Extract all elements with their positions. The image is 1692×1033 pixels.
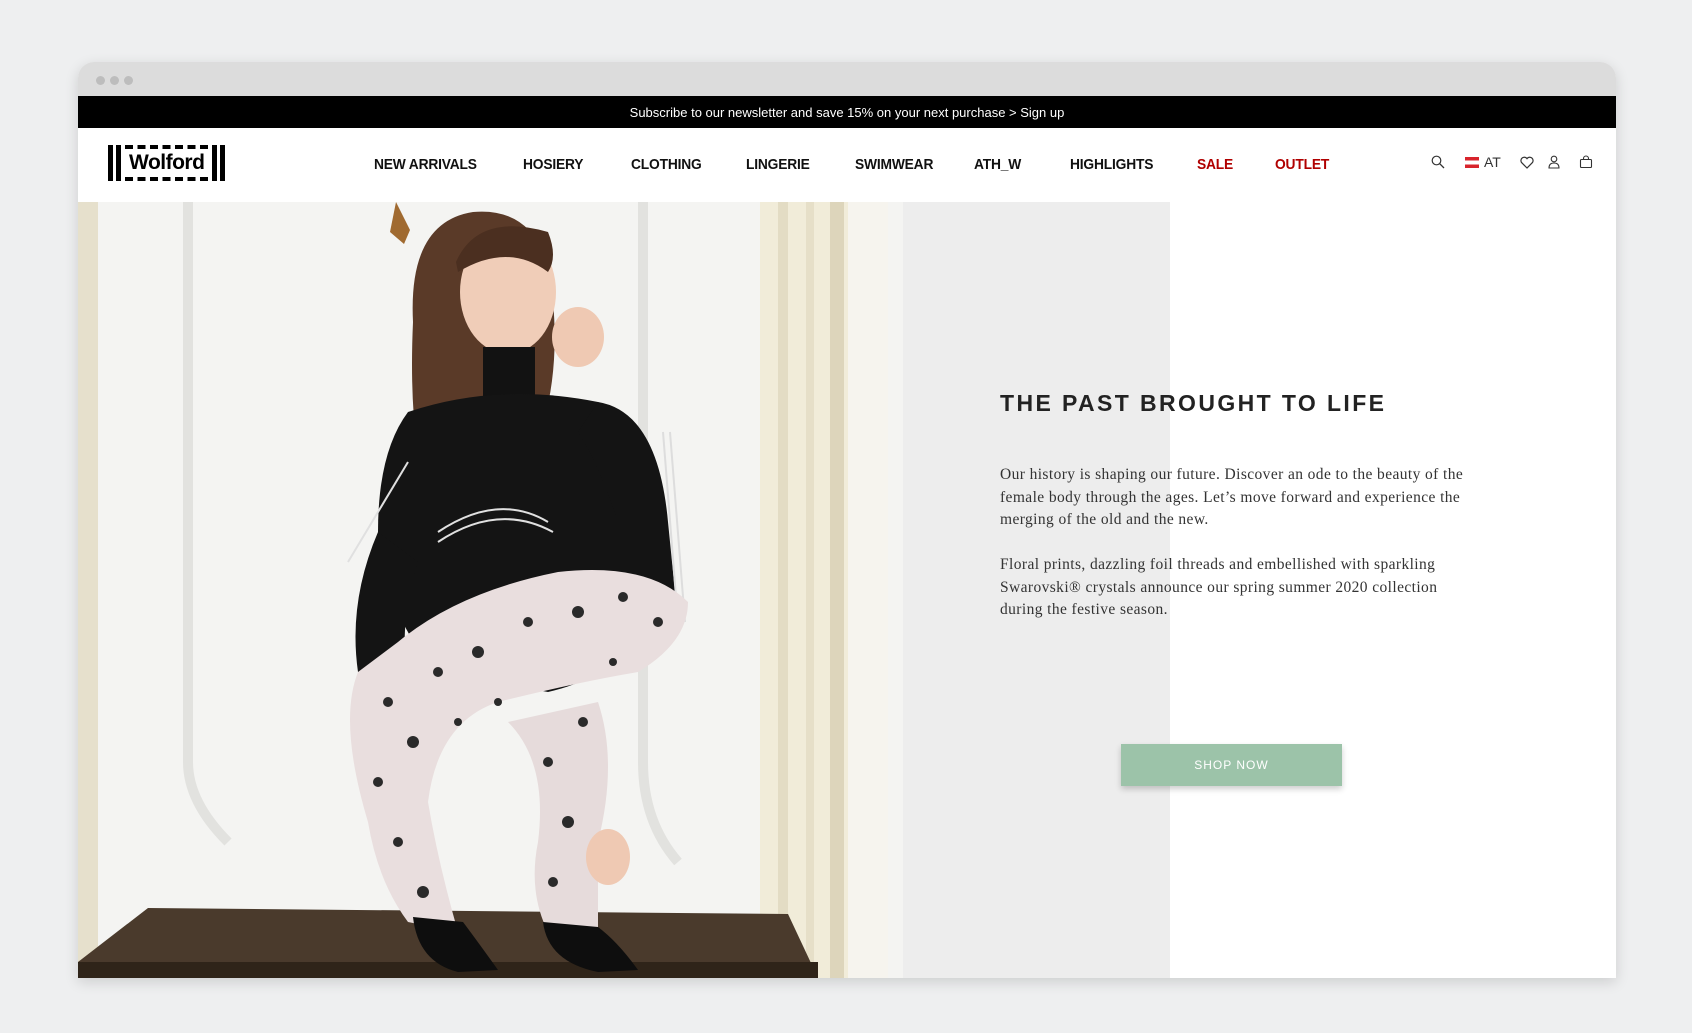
- nav-item-highlights[interactable]: HIGHLIGHTS: [1070, 156, 1153, 173]
- hero-title: THE PAST BROUGHT TO LIFE: [1000, 390, 1387, 416]
- nav-item-lingerie[interactable]: LINGERIE: [746, 156, 810, 173]
- hero-model-photo[interactable]: [78, 202, 903, 978]
- browser-window: Subscribe to our newsletter and save 15%…: [78, 62, 1616, 978]
- logo-bar: [212, 145, 218, 181]
- browser-chrome: [78, 62, 1616, 96]
- logo-text: Wolford: [125, 145, 209, 181]
- nav-item-clothing[interactable]: CLOTHING: [631, 156, 702, 173]
- logo-bar: [220, 145, 226, 181]
- logo-bar: [116, 145, 121, 181]
- site-header: Wolford NEW ARRIVALS HOSIERY CLOTHING LI…: [78, 128, 1616, 202]
- nav-item-hosiery[interactable]: HOSIERY: [523, 156, 584, 173]
- hero-paragraph-2: Floral prints, dazzling foil threads and…: [1000, 556, 1438, 618]
- newsletter-promo-banner[interactable]: Subscribe to our newsletter and save 15%…: [78, 96, 1616, 128]
- window-dot: [124, 76, 133, 85]
- logo-bar: [108, 145, 113, 181]
- search-icon[interactable]: [1431, 152, 1445, 172]
- nav-item-new-arrivals[interactable]: NEW ARRIVALS: [374, 156, 477, 173]
- country-code: AT: [1484, 154, 1501, 170]
- nav-item-sale[interactable]: SALE: [1197, 156, 1233, 173]
- nav-item-ath-w[interactable]: ATH_W: [974, 156, 1021, 173]
- shop-now-button[interactable]: SHOP NOW: [1121, 744, 1342, 786]
- hero-paragraph-1: Our history is shaping our future. Disco…: [1000, 466, 1464, 528]
- nav-item-outlet[interactable]: OUTLET: [1275, 156, 1329, 173]
- window-dot: [110, 76, 119, 85]
- user-icon[interactable]: [1548, 152, 1560, 172]
- window-dot: [96, 76, 105, 85]
- model-illustration: [78, 202, 903, 978]
- hero-banner: THE PAST BROUGHT TO LIFE Our history is …: [78, 202, 1616, 978]
- bag-icon[interactable]: [1579, 152, 1593, 172]
- nav-item-swimwear[interactable]: SWIMWEAR: [855, 156, 933, 173]
- austria-flag-icon: [1465, 156, 1479, 168]
- wolford-logo[interactable]: Wolford: [108, 144, 226, 182]
- country-selector[interactable]: AT: [1465, 152, 1501, 172]
- heart-icon[interactable]: [1520, 152, 1534, 172]
